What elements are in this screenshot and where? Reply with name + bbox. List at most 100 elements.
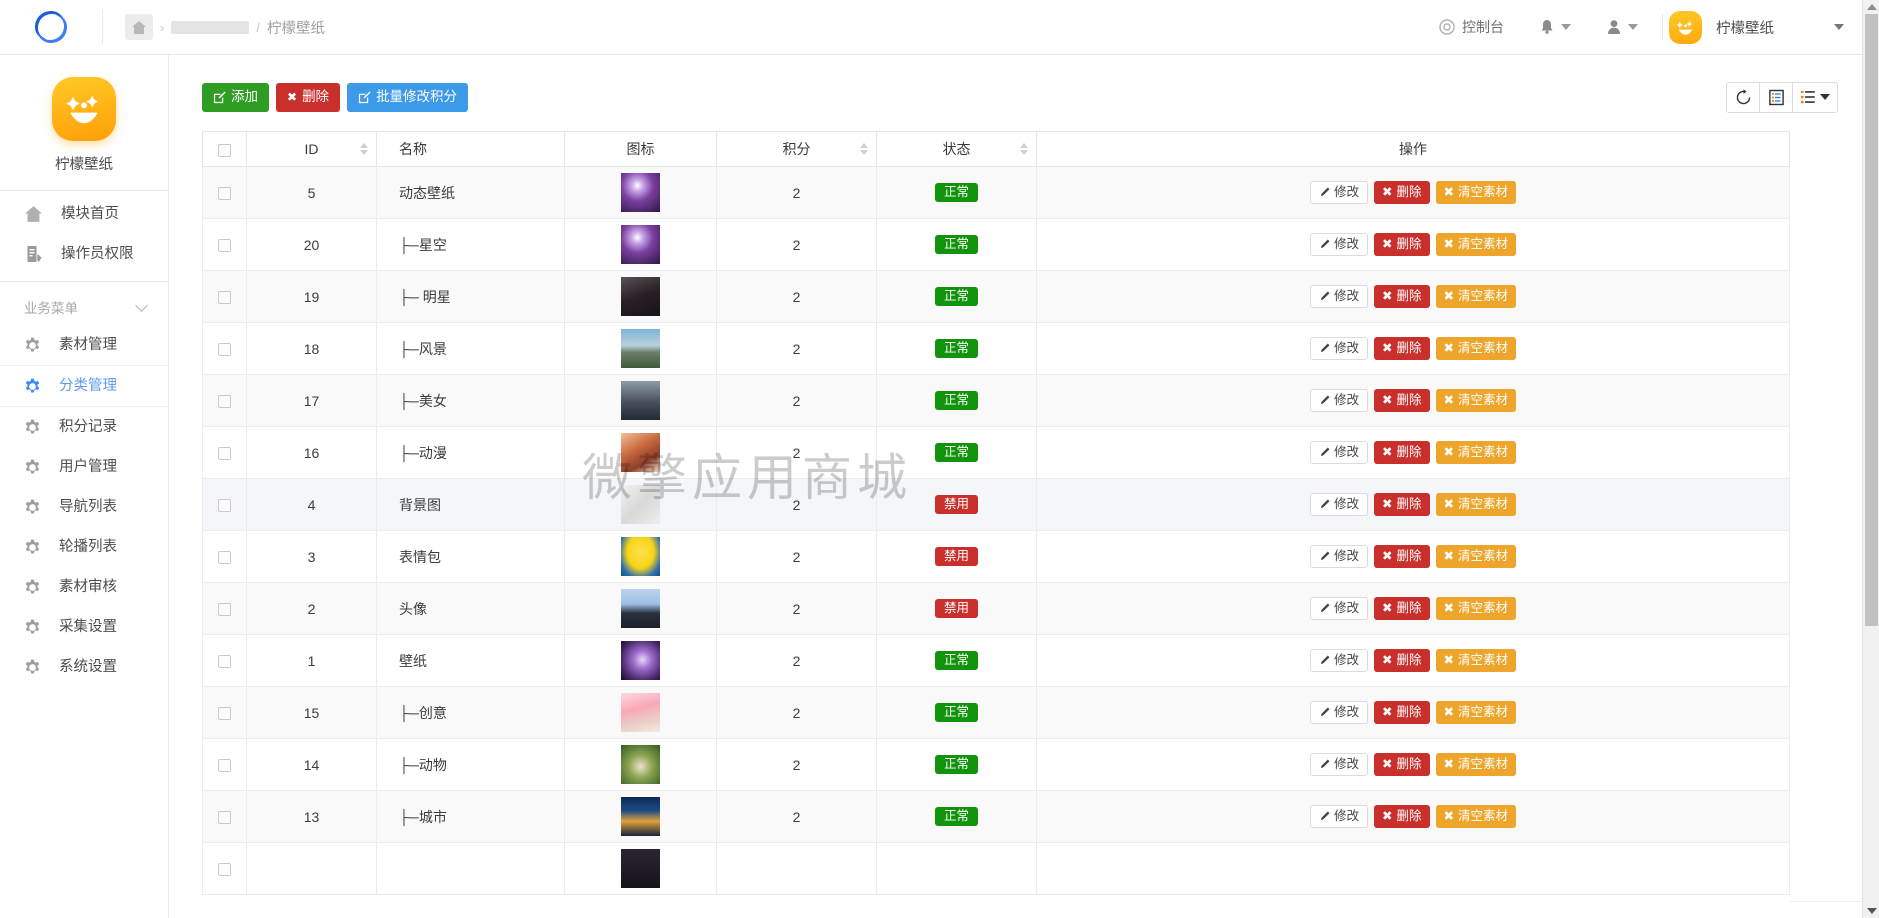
row-select-cell[interactable] xyxy=(202,738,247,791)
row-select-cell[interactable] xyxy=(202,270,247,323)
table-row[interactable]: 19 ├─ 明星 2 正常 修改 ✖ 删除 ✖ 清空素材 xyxy=(202,270,1790,323)
row-select-cell[interactable] xyxy=(202,478,247,531)
batch-edit-points-button[interactable]: 批量修改积分 xyxy=(347,82,469,112)
row-checkbox[interactable] xyxy=(218,343,231,357)
notifications-button[interactable] xyxy=(1522,0,1589,55)
row-checkbox[interactable] xyxy=(218,499,231,513)
clear-materials-button[interactable]: ✖ 清空素材 xyxy=(1435,545,1516,568)
row-checkbox[interactable] xyxy=(218,811,231,825)
table-row[interactable] xyxy=(202,842,1790,895)
category-thumbnail[interactable] xyxy=(621,329,660,368)
sort-icon[interactable] xyxy=(860,143,868,155)
edit-button[interactable]: 修改 xyxy=(1309,597,1368,620)
edit-button[interactable]: 修改 xyxy=(1309,649,1368,672)
delete-row-button[interactable]: ✖ 删除 xyxy=(1374,181,1430,204)
delete-row-button[interactable]: ✖ 删除 xyxy=(1374,285,1430,308)
clear-materials-button[interactable]: ✖ 清空素材 xyxy=(1435,649,1516,672)
delete-row-button[interactable]: ✖ 删除 xyxy=(1374,337,1430,360)
sidebar-item-5[interactable]: 轮播列表 xyxy=(0,527,168,567)
row-checkbox[interactable] xyxy=(218,759,231,773)
edit-button[interactable]: 修改 xyxy=(1309,181,1368,204)
row-checkbox[interactable] xyxy=(218,239,231,253)
delete-row-button[interactable]: ✖ 删除 xyxy=(1374,389,1430,412)
sidebar-item-2[interactable]: 积分记录 xyxy=(0,407,168,447)
category-thumbnail[interactable] xyxy=(621,381,660,420)
app-logo[interactable] xyxy=(0,0,102,55)
edit-button[interactable]: 修改 xyxy=(1309,493,1368,516)
row-select-cell[interactable] xyxy=(202,322,247,375)
row-select-cell[interactable] xyxy=(202,634,247,687)
category-thumbnail[interactable] xyxy=(621,277,660,316)
row-checkbox[interactable] xyxy=(218,707,231,721)
row-select-cell[interactable] xyxy=(202,166,247,219)
row-select-cell[interactable] xyxy=(202,842,247,895)
table-row[interactable]: 4 背景图 2 禁用 修改 ✖ 删除 ✖ 清空素材 xyxy=(202,478,1790,531)
select-all-header[interactable] xyxy=(202,131,247,167)
delete-row-button[interactable]: ✖ 删除 xyxy=(1374,597,1430,620)
row-select-cell[interactable] xyxy=(202,790,247,843)
table-row[interactable]: 13 ├─城市 2 正常 修改 ✖ 删除 ✖ 清空素材 xyxy=(202,790,1790,843)
clear-materials-button[interactable]: ✖ 清空素材 xyxy=(1435,805,1516,828)
sidebar-item-module-home[interactable]: 模块首页 xyxy=(0,194,168,234)
table-row[interactable]: 16 ├─动漫 2 正常 修改 ✖ 删除 ✖ 清空素材 xyxy=(202,426,1790,479)
sidebar-item-1[interactable]: 分类管理 xyxy=(0,366,168,406)
sidebar-item-operator-permission[interactable]: 操作员权限 xyxy=(0,234,168,274)
table-row[interactable]: 17 ├─美女 2 正常 修改 ✖ 删除 ✖ 清空素材 xyxy=(202,374,1790,427)
sidebar-group-business-menu[interactable]: 业务菜单 xyxy=(0,289,168,325)
clear-materials-button[interactable]: ✖ 清空素材 xyxy=(1435,337,1516,360)
clear-materials-button[interactable]: ✖ 清空素材 xyxy=(1435,493,1516,516)
row-checkbox[interactable] xyxy=(218,187,231,201)
table-row[interactable]: 2 头像 2 禁用 修改 ✖ 删除 ✖ 清空素材 xyxy=(202,582,1790,635)
columns-menu-button[interactable] xyxy=(1792,81,1838,113)
category-thumbnail[interactable] xyxy=(621,589,660,628)
add-button[interactable]: 添加 xyxy=(202,82,269,112)
scrollbar-thumb[interactable] xyxy=(1865,14,1878,626)
page-scrollbar[interactable] xyxy=(1862,0,1879,918)
row-checkbox[interactable] xyxy=(218,863,231,877)
account-caret-icon[interactable] xyxy=(1834,24,1844,30)
edit-button[interactable]: 修改 xyxy=(1309,753,1368,776)
sidebar-item-7[interactable]: 采集设置 xyxy=(0,607,168,647)
edit-button[interactable]: 修改 xyxy=(1309,805,1368,828)
delete-row-button[interactable]: ✖ 删除 xyxy=(1374,701,1430,724)
table-row[interactable]: 18 ├─风景 2 正常 修改 ✖ 删除 ✖ 清空素材 xyxy=(202,322,1790,375)
avatar[interactable] xyxy=(1669,10,1702,44)
refresh-button[interactable] xyxy=(1726,81,1760,113)
clear-materials-button[interactable]: ✖ 清空素材 xyxy=(1435,753,1516,776)
clear-materials-button[interactable]: ✖ 清空素材 xyxy=(1435,285,1516,308)
sidebar-item-0[interactable]: 素材管理 xyxy=(0,325,168,365)
delete-row-button[interactable]: ✖ 删除 xyxy=(1374,493,1430,516)
scroll-up-icon[interactable] xyxy=(1867,4,1877,10)
select-all-checkbox[interactable] xyxy=(218,143,231,157)
edit-button[interactable]: 修改 xyxy=(1309,285,1368,308)
table-row[interactable]: 15 ├─创意 2 正常 修改 ✖ 删除 ✖ 清空素材 xyxy=(202,686,1790,739)
row-checkbox[interactable] xyxy=(218,291,231,305)
delete-row-button[interactable]: ✖ 删除 xyxy=(1374,649,1430,672)
row-select-cell[interactable] xyxy=(202,218,247,271)
row-checkbox[interactable] xyxy=(218,603,231,617)
export-button[interactable] xyxy=(1759,81,1793,113)
edit-button[interactable]: 修改 xyxy=(1309,441,1368,464)
edit-button[interactable]: 修改 xyxy=(1309,337,1368,360)
clear-materials-button[interactable]: ✖ 清空素材 xyxy=(1435,233,1516,256)
sidebar-item-4[interactable]: 导航列表 xyxy=(0,487,168,527)
edit-button[interactable]: 修改 xyxy=(1309,233,1368,256)
clear-materials-button[interactable]: ✖ 清空素材 xyxy=(1435,441,1516,464)
table-row[interactable]: 14 ├─动物 2 正常 修改 ✖ 删除 ✖ 清空素材 xyxy=(202,738,1790,791)
category-thumbnail[interactable] xyxy=(621,225,660,264)
scroll-down-icon[interactable] xyxy=(1867,908,1877,914)
category-thumbnail[interactable] xyxy=(621,173,660,212)
row-select-cell[interactable] xyxy=(202,582,247,635)
breadcrumb-hidden-segment[interactable] xyxy=(171,20,250,34)
console-button[interactable]: 控制台 xyxy=(1421,0,1522,55)
category-thumbnail[interactable] xyxy=(621,849,660,888)
category-thumbnail[interactable] xyxy=(621,797,660,836)
delete-button[interactable]: ✖ 删除 xyxy=(276,82,341,112)
sort-icon[interactable] xyxy=(1020,143,1028,155)
row-select-cell[interactable] xyxy=(202,374,247,427)
table-row[interactable]: 20 ├─星空 2 正常 修改 ✖ 删除 ✖ 清空素材 xyxy=(202,218,1790,271)
category-thumbnail[interactable] xyxy=(621,745,660,784)
sort-icon[interactable] xyxy=(360,143,368,155)
clear-materials-button[interactable]: ✖ 清空素材 xyxy=(1435,597,1516,620)
delete-row-button[interactable]: ✖ 删除 xyxy=(1374,441,1430,464)
